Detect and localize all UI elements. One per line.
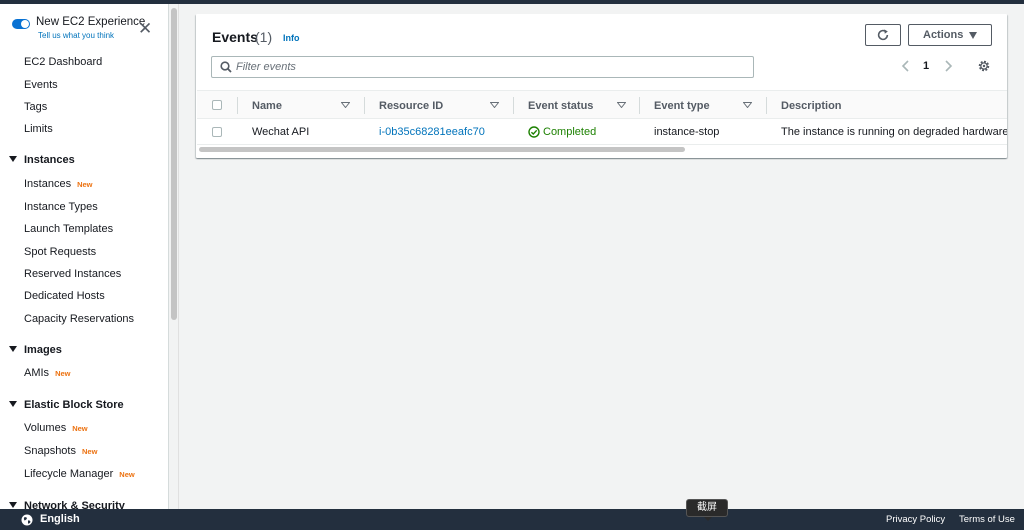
sidebar-item-snapshots[interactable]: Snapshots New <box>24 445 97 457</box>
current-page-number[interactable]: 1 <box>923 60 929 72</box>
column-header-name[interactable]: Name <box>252 100 282 112</box>
status-badge: Completed <box>543 126 597 138</box>
column-header-description[interactable]: Description <box>781 100 842 112</box>
actions-button[interactable]: Actions <box>908 24 992 46</box>
new-experience-title: New EC2 Experience <box>36 16 146 28</box>
new-badge: New <box>77 180 93 189</box>
caret-down-icon <box>969 32 977 39</box>
sidebar-item-volumes[interactable]: Volumes New <box>24 422 88 434</box>
events-panel: Events (1) Info Actions 1 Name Resou <box>196 14 1007 158</box>
search-icon <box>220 61 232 73</box>
sidebar: New EC2 Experience Tell us what you thin… <box>0 4 169 509</box>
event-name: Wechat API <box>252 126 310 138</box>
new-badge: New <box>72 424 88 433</box>
close-icon[interactable]: ✕ <box>138 20 152 37</box>
sidebar-item-lifecycle-manager[interactable]: Lifecycle Manager New <box>24 468 135 480</box>
select-all-checkbox[interactable] <box>212 100 222 110</box>
sidebar-item-dedicated-hosts[interactable]: Dedicated Hosts <box>24 290 105 302</box>
table-horizontal-scrollbar[interactable] <box>199 147 685 152</box>
footer: English Privacy Policy Terms of Use <box>0 509 1024 530</box>
sidebar-item-instance-types[interactable]: Instance Types <box>24 201 98 213</box>
caret-down-icon <box>9 346 17 352</box>
screenshot-tooltip: 截屏 <box>686 499 728 521</box>
sort-icon[interactable] <box>341 102 350 108</box>
column-separator <box>237 97 238 114</box>
row-checkbox[interactable] <box>212 127 222 137</box>
sidebar-item-amis[interactable]: AMIs New <box>24 367 70 379</box>
column-header-resource-id[interactable]: Resource ID <box>379 100 443 112</box>
sidebar-item-capacity-reservations[interactable]: Capacity Reservations <box>24 313 134 325</box>
events-count: (1) <box>255 29 273 45</box>
page-title: Events <box>212 29 258 45</box>
sidebar-section-network-security[interactable]: Network & Security <box>9 500 125 509</box>
sort-icon[interactable] <box>490 102 499 108</box>
check-circle-icon <box>528 126 540 138</box>
sidebar-section-instances[interactable]: Instances <box>9 154 75 166</box>
caret-down-icon <box>9 156 17 162</box>
sidebar-item-tags[interactable]: Tags <box>24 101 47 113</box>
language-selector[interactable]: English <box>40 513 80 525</box>
caret-down-icon <box>9 502 17 508</box>
column-separator[interactable] <box>766 97 767 114</box>
sidebar-section-elastic-block-store[interactable]: Elastic Block Store <box>9 399 124 411</box>
column-separator[interactable] <box>513 97 514 114</box>
feedback-link[interactable]: Tell us what you think <box>38 31 114 40</box>
sidebar-item-launch-templates[interactable]: Launch Templates <box>24 223 113 235</box>
event-description: The instance is running on degraded hard… <box>781 126 1007 138</box>
privacy-policy-link[interactable]: Privacy Policy <box>886 514 945 525</box>
refresh-icon <box>877 29 889 41</box>
new-badge: New <box>55 369 71 378</box>
column-header-event-status[interactable]: Event status <box>528 100 593 112</box>
terms-of-use-link[interactable]: Terms of Use <box>959 514 1015 525</box>
column-separator[interactable] <box>364 97 365 114</box>
chevron-right-icon[interactable] <box>941 58 955 74</box>
sidebar-item-ec2-dashboard[interactable]: EC2 Dashboard <box>24 56 102 68</box>
new-badge: New <box>119 470 135 479</box>
sidebar-item-instances[interactable]: Instances New <box>24 178 93 190</box>
new-experience-toggle[interactable] <box>12 19 30 29</box>
column-header-event-type[interactable]: Event type <box>654 100 710 112</box>
sidebar-item-spot-requests[interactable]: Spot Requests <box>24 246 96 258</box>
caret-down-icon <box>9 401 17 407</box>
filter-events-input[interactable] <box>236 59 736 75</box>
column-separator[interactable] <box>639 97 640 114</box>
sort-icon[interactable] <box>617 102 626 108</box>
refresh-button[interactable] <box>865 24 901 46</box>
globe-icon <box>21 514 33 526</box>
sidebar-item-limits[interactable]: Limits <box>24 123 53 135</box>
table-row[interactable]: Wechat API i-0b35c68281eeafc70 Completed… <box>197 119 1007 145</box>
sidebar-item-events[interactable]: Events <box>24 79 58 91</box>
sidebar-scrollbar-thumb[interactable] <box>171 8 177 320</box>
info-link[interactable]: Info <box>283 33 300 43</box>
filter-events-field[interactable] <box>211 56 754 78</box>
table-header-row: Name Resource ID Event status Event type… <box>197 90 1007 119</box>
resource-id-link[interactable]: i-0b35c68281eeafc70 <box>379 126 485 138</box>
new-badge: New <box>81 447 98 456</box>
sidebar-item-reserved-instances[interactable]: Reserved Instances <box>24 268 121 280</box>
sidebar-section-images[interactable]: Images <box>9 344 62 356</box>
chevron-left-icon[interactable] <box>899 58 913 74</box>
gear-icon[interactable] <box>977 59 991 73</box>
sort-icon[interactable] <box>743 102 752 108</box>
event-type: instance-stop <box>654 126 720 138</box>
